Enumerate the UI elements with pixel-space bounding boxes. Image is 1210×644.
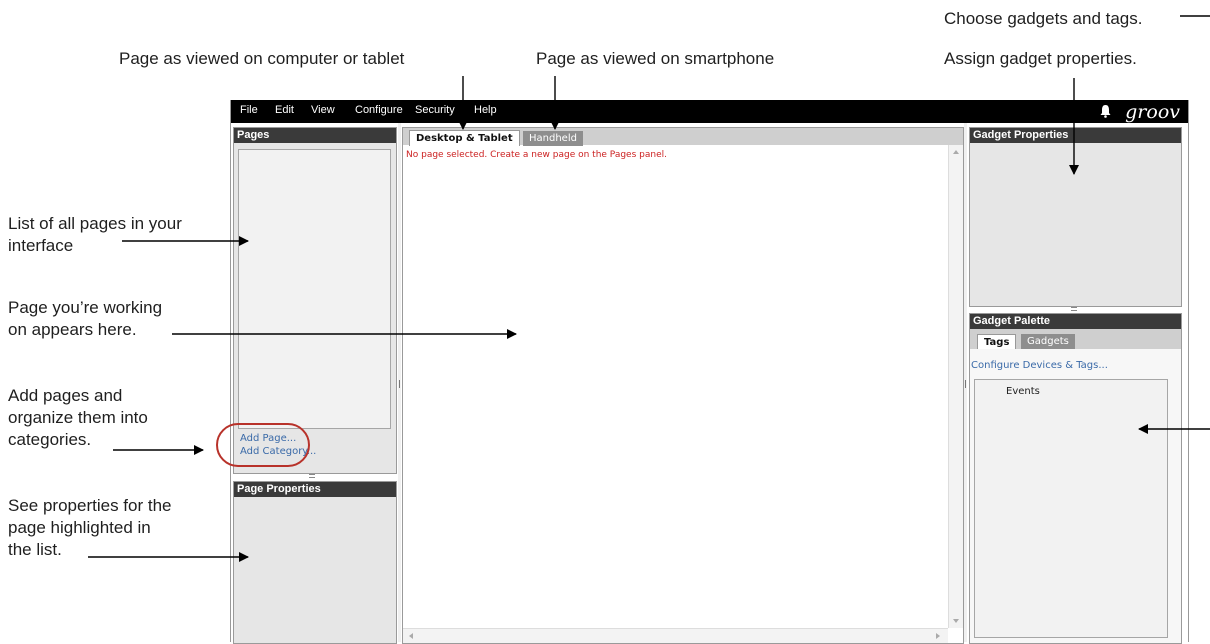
pages-splitter[interactable] bbox=[309, 474, 315, 478]
right-splitter[interactable] bbox=[964, 123, 967, 642]
gadget-splitter[interactable] bbox=[1071, 307, 1077, 311]
menu-bar: File Edit View Configure Security Help g… bbox=[231, 100, 1188, 123]
page-properties-title: Page Properties bbox=[234, 482, 396, 497]
menu-configure[interactable]: Configure bbox=[355, 104, 403, 116]
scroll-up-arrow-icon[interactable] bbox=[953, 150, 959, 154]
annotation-assign-props: Assign gadget properties. bbox=[944, 49, 1137, 68]
page-properties-panel: Page Properties bbox=[233, 481, 397, 644]
gadget-palette-panel: Gadget Palette Tags Gadgets Configure De… bbox=[969, 313, 1182, 644]
bell-icon[interactable] bbox=[1099, 104, 1112, 118]
pages-list[interactable] bbox=[238, 149, 391, 429]
tab-gadgets[interactable]: Gadgets bbox=[1021, 334, 1075, 349]
editor-horizontal-scrollbar[interactable] bbox=[403, 628, 948, 643]
add-page-link[interactable]: Add Page... bbox=[240, 433, 296, 444]
editor-message: No page selected. Create a new page on t… bbox=[406, 150, 667, 160]
annotation-list-pages: List of all pages in your interface bbox=[8, 214, 182, 255]
annotation-working: Page you’re working on appears here. bbox=[8, 298, 163, 339]
tab-tags[interactable]: Tags bbox=[977, 334, 1017, 350]
groov-logo: groov bbox=[1125, 101, 1180, 123]
tree-item-events[interactable]: Events bbox=[1006, 386, 1040, 397]
annotation-page-smartphone: Page as viewed on smartphone bbox=[536, 49, 775, 68]
annotation-add-pages: Add pages and organize them into categor… bbox=[8, 386, 148, 449]
scroll-down-arrow-icon[interactable] bbox=[953, 619, 959, 623]
left-splitter[interactable] bbox=[398, 123, 401, 642]
palette-tabbar: Tags Gadgets bbox=[970, 329, 1181, 350]
scroll-right-arrow-icon[interactable] bbox=[936, 633, 940, 639]
tab-handheld[interactable]: Handheld bbox=[523, 131, 583, 146]
annotation-see-props: See properties for the page highlighted … bbox=[8, 496, 172, 559]
tab-desktop-tablet[interactable]: Desktop & Tablet bbox=[409, 130, 520, 146]
editor-vertical-scrollbar[interactable] bbox=[948, 145, 963, 628]
editor-tabbar: Desktop & Tablet Handheld bbox=[403, 128, 963, 146]
scroll-left-arrow-icon[interactable] bbox=[409, 633, 413, 639]
editor-panel: Desktop & Tablet Handheld No page select… bbox=[402, 127, 964, 644]
gadget-properties-title: Gadget Properties bbox=[970, 128, 1181, 143]
menu-help[interactable]: Help bbox=[474, 104, 497, 116]
annotation-choose-gadgets: Choose gadgets and tags. bbox=[944, 9, 1143, 28]
pages-panel: Pages Add Page... Add Category... bbox=[233, 127, 397, 474]
configure-devices-tags-link[interactable]: Configure Devices & Tags... bbox=[971, 360, 1108, 371]
groov-build-window: File Edit View Configure Security Help g… bbox=[230, 100, 1189, 644]
menu-file[interactable]: File bbox=[240, 104, 258, 116]
add-category-link[interactable]: Add Category... bbox=[240, 446, 316, 457]
menu-edit[interactable]: Edit bbox=[275, 104, 294, 116]
gadget-palette-title: Gadget Palette bbox=[970, 314, 1181, 329]
gadget-properties-panel: Gadget Properties bbox=[969, 127, 1182, 307]
menu-security[interactable]: Security bbox=[415, 104, 455, 116]
menu-view[interactable]: View bbox=[311, 104, 335, 116]
annotation-page-computer: Page as viewed on computer or tablet bbox=[119, 49, 405, 68]
tag-tree[interactable]: Events bbox=[974, 379, 1168, 638]
pages-panel-title: Pages bbox=[234, 128, 396, 143]
